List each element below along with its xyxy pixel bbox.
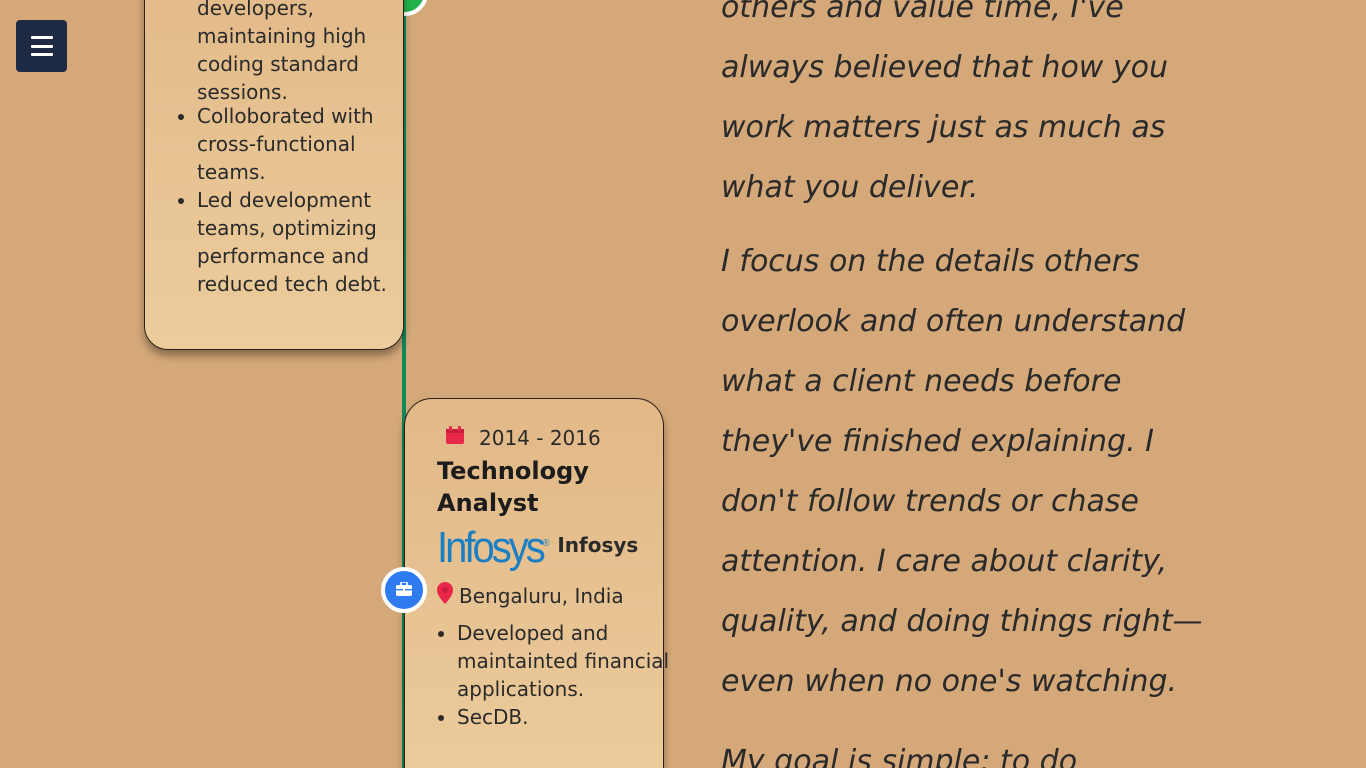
menu-button[interactable] bbox=[16, 20, 67, 72]
company-name: Infosys bbox=[557, 533, 639, 558]
previous-job-bullet-fragment: developers, maintaining high coding stan… bbox=[197, 0, 367, 104]
job-bullets: Developed and maintainted financial appl… bbox=[435, 619, 679, 731]
job-location-text: Bengaluru, India bbox=[459, 583, 624, 608]
job-card-infosys: 2014 - 2016 Technology Analyst Infosys® … bbox=[404, 398, 669, 768]
previous-job-bullets: Colloborated with cross-functional teams… bbox=[175, 102, 419, 298]
calendar-icon bbox=[445, 425, 465, 450]
job-dates: 2014 - 2016 bbox=[445, 425, 601, 450]
briefcase-icon bbox=[396, 580, 412, 600]
page: developers, maintaining high coding stan… bbox=[0, 0, 1366, 768]
about-paragraph-fragment: others and value time, I've always belie… bbox=[721, 0, 1168, 205]
about-paragraph-next: My goal is simple: to do bbox=[721, 744, 1078, 768]
company-row: Infosys® Infosys bbox=[437, 523, 639, 572]
list-item: SecDB. bbox=[457, 703, 679, 731]
job-date-range: 2014 - 2016 bbox=[479, 425, 601, 450]
company-logo: Infosys® bbox=[437, 523, 550, 572]
map-pin-icon bbox=[437, 582, 453, 609]
job-location: Bengaluru, India bbox=[437, 582, 624, 609]
timeline-dot-job bbox=[381, 567, 427, 613]
list-item: Colloborated with cross-functional teams… bbox=[197, 102, 419, 186]
previous-job-card: developers, maintaining high coding stan… bbox=[144, 0, 404, 350]
job-title: Technology Analyst bbox=[437, 457, 589, 517]
list-item: Developed and maintainted financial appl… bbox=[457, 619, 679, 703]
hamburger-menu-icon bbox=[30, 36, 53, 56]
list-item: Led development teams, optimizing perfor… bbox=[197, 186, 419, 298]
about-paragraph: I focus on the details others overlook a… bbox=[721, 244, 1203, 699]
